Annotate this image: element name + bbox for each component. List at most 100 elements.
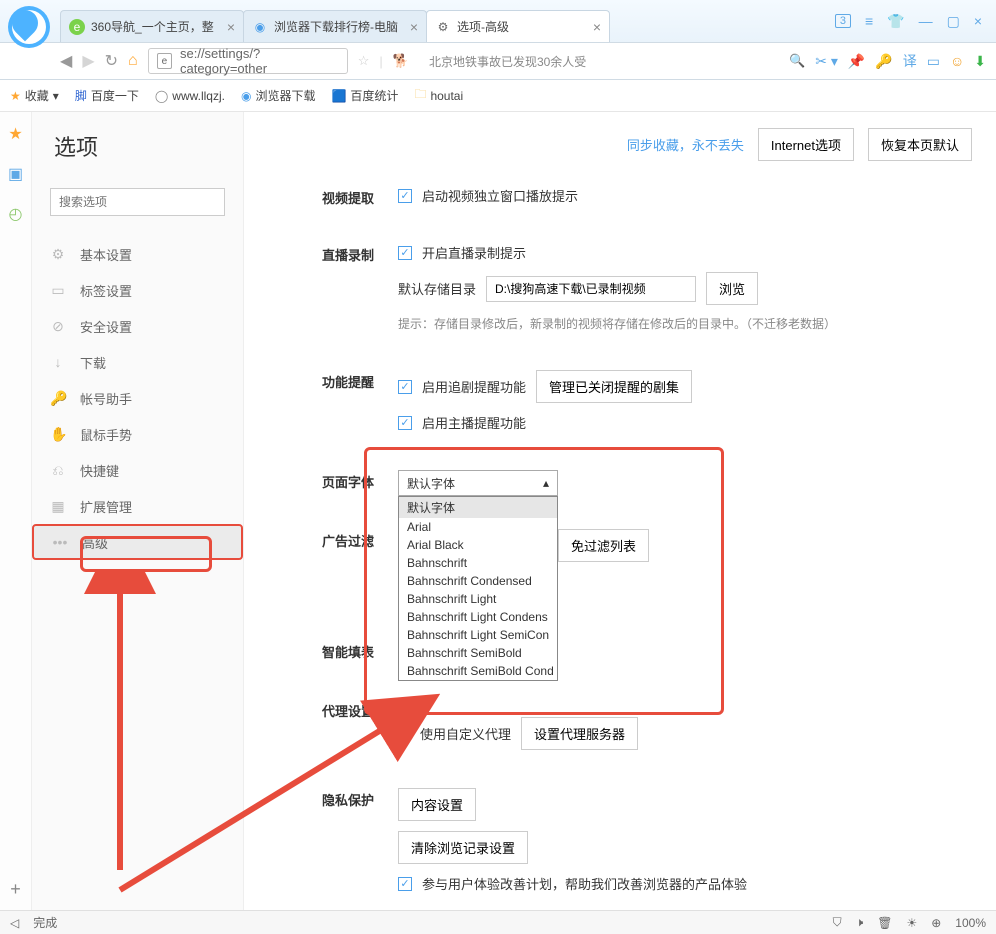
manage-button[interactable]: 管理已关闭提醒的剧集 — [536, 370, 692, 403]
content-button[interactable]: 内容设置 — [398, 788, 476, 821]
font-option[interactable]: Bahnschrift Light — [399, 590, 557, 608]
checkbox[interactable]: ✓ — [398, 416, 412, 430]
clear-button[interactable]: 清除浏览记录设置 — [398, 831, 528, 864]
tab-2[interactable]: ⚙ 选项-高级 × — [426, 10, 610, 42]
reading-icon[interactable]: ▣ — [8, 164, 23, 184]
path-input[interactable] — [486, 276, 696, 302]
close-icon[interactable]: × — [227, 19, 235, 35]
browser-logo — [8, 6, 50, 48]
zoom-icon[interactable]: ⊕ — [931, 916, 941, 930]
restore-defaults-button[interactable]: 恢复本页默认 — [868, 128, 972, 161]
zoom-level: 100% — [955, 916, 986, 930]
download-icon[interactable]: ⬇ — [974, 53, 986, 70]
section-label: 广告过滤 — [268, 529, 398, 572]
checkbox[interactable]: ✓ — [398, 246, 412, 260]
close-icon[interactable]: × — [593, 19, 601, 35]
maximize-icon[interactable]: ▢ — [947, 13, 960, 30]
menu-label: 扩展管理 — [80, 497, 132, 516]
bookmark-item[interactable]: ◯www.llqzj. — [155, 89, 225, 103]
section-video: 视频提取 ✓ 启动视频独立窗口播放提示 — [244, 172, 996, 229]
sidebar-item-1[interactable]: ▭标签设置 — [32, 272, 243, 308]
minimize-icon[interactable]: — — [919, 13, 933, 29]
url-input[interactable]: e se://settings/?category=other — [148, 48, 348, 74]
proxy-button[interactable]: 设置代理服务器 — [521, 717, 638, 750]
url-text: se://settings/?category=other — [180, 46, 339, 76]
tab-0[interactable]: e 360导航_一个主页，整 × — [60, 10, 244, 42]
font-option[interactable]: Bahnschrift Condensed — [399, 572, 557, 590]
adblock-button[interactable]: 免过滤列表 — [558, 529, 649, 562]
sidebar-item-6[interactable]: ⎌快捷键 — [32, 452, 243, 488]
reader-icon[interactable]: 🐕 — [393, 53, 409, 69]
font-option[interactable]: Bahnschrift SemiBold Cond — [399, 662, 557, 680]
bookmark-star-icon[interactable]: ☆ — [358, 53, 370, 69]
face-icon[interactable]: ☺ — [950, 53, 964, 69]
font-option[interactable]: Bahnschrift Light Condens — [399, 608, 557, 626]
home-icon[interactable]: ⌂ — [128, 52, 138, 70]
menu-icon: ⊘ — [50, 318, 66, 335]
section-label: 代理设置 — [268, 699, 398, 760]
sidebar-item-2[interactable]: ⊘安全设置 — [32, 308, 243, 344]
forward-icon[interactable]: ▶ — [82, 51, 94, 71]
radio[interactable] — [398, 728, 410, 740]
nav-left-icon[interactable]: ◁ — [10, 916, 19, 930]
bookmarks-bar: ★收藏 ▾ 脚百度一下 ◯www.llqzj. ◉浏览器下载 🟦百度统计 🗀ho… — [0, 80, 996, 112]
sidebar-item-5[interactable]: ✋鼠标手势 — [32, 416, 243, 452]
trash-icon[interactable]: 🗑 — [877, 916, 892, 930]
sidebar-item-3[interactable]: ↓下载 — [32, 344, 243, 380]
bookmark-item[interactable]: 脚百度一下 — [75, 87, 139, 104]
back-icon[interactable]: ◀ — [60, 51, 72, 71]
shield-icon[interactable]: ⛉ — [833, 915, 842, 930]
checkbox[interactable]: ✓ — [398, 877, 412, 891]
history-icon[interactable]: ◴ — [9, 204, 23, 224]
search-icon[interactable]: 🔍 — [789, 53, 805, 69]
settings-content: 视频提取 ✓启动视频独立窗口播放提示 直播录制 ✓开启直播录制提示 默认存储目录… — [244, 112, 996, 910]
favorites-menu[interactable]: ★收藏 ▾ — [10, 87, 59, 104]
status-text: 完成 — [33, 914, 57, 931]
menu-icon[interactable]: ≡ — [865, 13, 873, 29]
close-icon[interactable]: × — [410, 19, 418, 35]
checkbox[interactable]: ✓ — [398, 189, 412, 203]
browse-button[interactable]: 浏览 — [706, 272, 758, 305]
sidebar-item-0[interactable]: ⚙基本设置 — [32, 236, 243, 272]
bookmark-folder[interactable]: 🗀houtai — [414, 85, 463, 106]
bookmark-item[interactable]: 🟦百度统计 — [331, 87, 398, 104]
menu-icon: ▭ — [50, 282, 66, 299]
favorites-icon[interactable]: ★ — [8, 124, 22, 144]
sync-link[interactable]: 同步收藏，永不丢失 — [627, 135, 744, 154]
menu-label: 下载 — [80, 353, 106, 372]
key-icon[interactable]: 🔑 — [875, 53, 892, 70]
section-label: 视频提取 — [268, 186, 398, 215]
tab-count-badge[interactable]: 3 — [835, 14, 851, 28]
tab-1[interactable]: ◉ 浏览器下载排行榜-电脑 × — [243, 10, 427, 42]
checkbox[interactable]: ✓ — [398, 380, 412, 394]
window-controls: 3 ≡ 👕 — ▢ × — [835, 0, 996, 42]
reload-icon[interactable]: ↻ — [105, 51, 118, 71]
sidebar-item-4[interactable]: 🔑帐号助手 — [32, 380, 243, 416]
sidebar-item-8[interactable]: •••高级 — [32, 524, 243, 560]
section-proxy: 代理设置 使用自定义代理 设置代理服务器 — [244, 685, 996, 774]
scissors-icon[interactable]: ✂ ▾ — [815, 53, 838, 70]
settings-menu: ⚙基本设置▭标签设置⊘安全设置↓下载🔑帐号助手✋鼠标手势⎌快捷键▦扩展管理•••… — [32, 236, 243, 560]
titlebar: e 360导航_一个主页，整 × ◉ 浏览器下载排行榜-电脑 × ⚙ 选项-高级… — [0, 0, 996, 42]
bookmark-item[interactable]: ◉浏览器下载 — [241, 87, 316, 104]
favicon-360: e — [69, 19, 85, 35]
font-dropdown[interactable]: 默认字体▴ — [398, 470, 558, 496]
sidebar-item-7[interactable]: ▦扩展管理 — [32, 488, 243, 524]
checkbox-label: 启用主播提醒功能 — [422, 413, 526, 432]
search-area: 北京地铁事故已发现30余人受 🔍 — [419, 53, 805, 70]
skin-icon[interactable]: 👕 — [887, 13, 904, 30]
add-panel-icon[interactable]: + — [10, 879, 21, 900]
checkbox-label: 启动视频独立窗口播放提示 — [422, 186, 578, 205]
radio-label: 使用自定义代理 — [420, 724, 511, 743]
sun-icon[interactable]: ☀ — [906, 916, 917, 930]
chevron-up-icon: ▴ — [543, 476, 549, 490]
internet-options-button[interactable]: Internet选项 — [758, 128, 854, 161]
search-input[interactable] — [50, 188, 225, 216]
close-window-icon[interactable]: × — [974, 13, 982, 29]
section-label: 隐私保护 — [268, 788, 398, 903]
translate-icon[interactable]: 译 — [903, 51, 917, 71]
pin-icon[interactable]: 📌 — [848, 53, 865, 70]
font-option[interactable]: 默认字体 — [399, 497, 557, 518]
note-icon[interactable]: ▭ — [927, 53, 940, 70]
mute-icon[interactable]: 🕨 — [856, 915, 864, 930]
